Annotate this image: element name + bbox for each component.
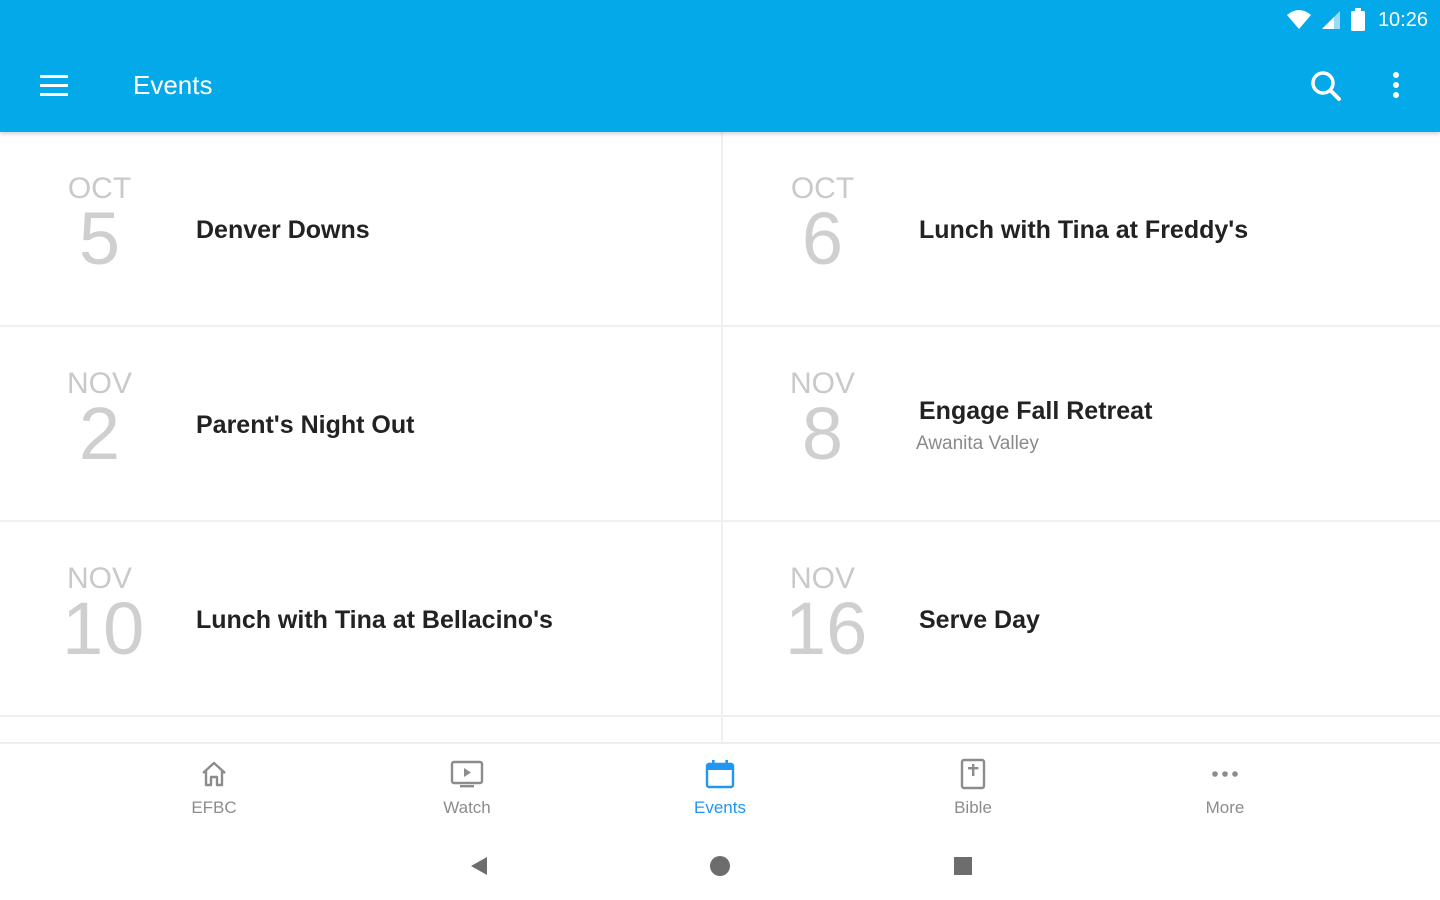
event-card[interactable]: NOV 16 Serve Day [723,522,1440,717]
event-day: 10 [62,587,145,670]
event-day: 2 [78,392,121,475]
event-card[interactable]: NOV 10 Lunch with Tina at Bellacino's [0,522,721,717]
menu-button[interactable] [36,68,72,104]
event-day: 8 [801,392,844,475]
back-triangle-icon [471,857,487,875]
event-title: Parent's Night Out [196,411,415,439]
calendar-icon [705,760,735,789]
nav-label: Bible [954,798,992,817]
event-day: 16 [785,587,868,670]
nav-item-efbc[interactable]: EFBC [154,756,274,830]
status-bar: 10:26 [1286,0,1428,40]
recents-square-icon [954,857,972,875]
nav-label: Watch [443,798,491,817]
event-day: 6 [801,197,844,280]
event-title: Serve Day [919,606,1040,634]
overflow-menu-button[interactable] [1382,66,1410,106]
event-card[interactable]: OCT 5 Denver Downs [0,132,721,327]
events-grid: OCT 5 Denver Downs OCT 6 Lunch with Tina… [0,132,1440,742]
home-icon [202,761,226,787]
nav-item-bible[interactable]: Bible [913,756,1033,830]
event-title: Denver Downs [196,216,370,244]
event-day: 5 [78,197,121,280]
search-button[interactable] [1306,66,1346,106]
event-card[interactable]: OCT 6 Lunch with Tina at Freddy's [723,132,1440,327]
wifi-icon [1286,10,1311,29]
page-title: Events [133,70,213,100]
hamburger-menu-icon [40,75,68,96]
bible-icon [960,758,986,790]
event-date: OCT 6 [785,174,860,276]
tv-play-icon [450,760,484,788]
status-time: 10:26 [1377,8,1428,31]
nav-label: EFBC [191,798,237,817]
event-card[interactable]: NOV 2 Parent's Night Out [0,327,721,522]
nav-item-events[interactable]: Events [660,756,780,830]
nav-label: Events [694,798,746,817]
event-card[interactable]: NOV 8 Engage Fall Retreat Awanita Valley [723,327,1440,522]
event-title: Lunch with Tina at Bellacino's [196,606,553,634]
system-back-button[interactable] [462,850,494,882]
event-date: OCT 5 [62,174,137,276]
bottom-navigation: EFBC Watch Events Bible More [0,742,1440,832]
event-location: Awanita Valley [916,433,1039,454]
home-circle-icon [710,856,730,876]
event-title: Engage Fall Retreat [919,397,1153,425]
more-vert-icon [1393,72,1399,98]
app-bar: 10:26 Events [0,0,1440,132]
nav-label: More [1205,798,1245,817]
system-recents-button[interactable] [947,850,979,882]
event-date: NOV 2 [62,369,137,471]
battery-icon [1350,8,1365,31]
system-navigation-bar [0,832,1440,900]
event-title: Lunch with Tina at Freddy's [919,216,1249,244]
nav-item-watch[interactable]: Watch [407,756,527,830]
nav-item-more[interactable]: More [1165,756,1285,830]
system-home-button[interactable] [704,850,736,882]
search-icon [1311,71,1341,101]
event-date: NOV 10 [62,564,145,670]
event-date: NOV 16 [785,564,868,670]
event-date: NOV 8 [785,369,860,471]
cell-signal-icon [1321,11,1340,29]
more-horiz-icon [1212,771,1238,777]
